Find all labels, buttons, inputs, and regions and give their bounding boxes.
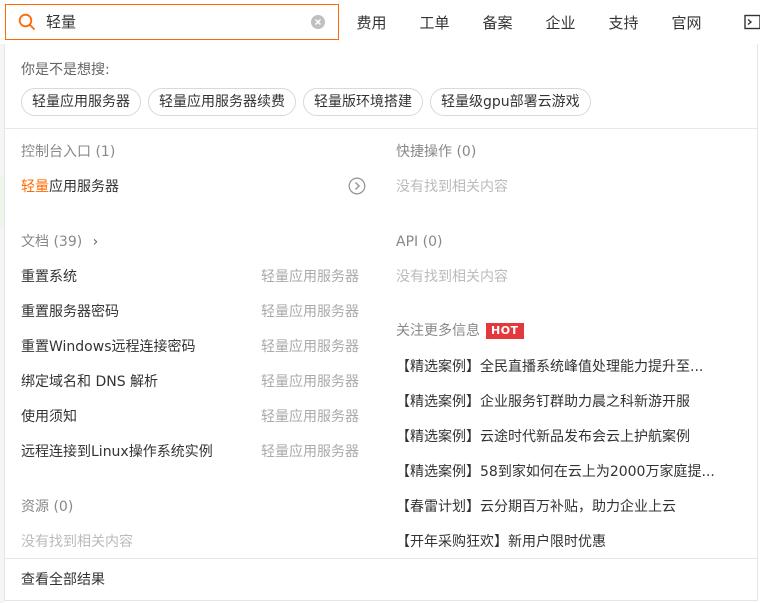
suggestion-chip[interactable]: 轻量版环境搭建: [303, 88, 423, 116]
news-item[interactable]: 【精选案例】企业服务钉群助力晨之科新游开服: [396, 392, 732, 412]
more-info-label: 关注更多信息: [396, 323, 480, 339]
api-title: API: [396, 234, 419, 250]
suggestion-chip[interactable]: 轻量级gpu部署云游戏: [430, 88, 591, 116]
doc-product-tag: 轻量应用服务器: [261, 339, 359, 355]
resources-empty: 没有找到相关内容: [21, 534, 133, 550]
docs-count: (39): [53, 234, 83, 250]
doc-product-tag: 轻量应用服务器: [261, 444, 359, 460]
quick-actions-empty: 没有找到相关内容: [396, 179, 508, 195]
resources-section-title: 资源 (0): [21, 497, 73, 517]
doc-item[interactable]: 远程连接到Linux操作系统实例: [21, 442, 213, 462]
console-count: (1): [95, 144, 116, 160]
suggestion-chips: 轻量应用服务器 轻量应用服务器续费 轻量版环境搭建 轻量级gpu部署云游戏: [21, 88, 598, 116]
nav-item-tickets[interactable]: 工单: [403, 12, 466, 33]
doc-item[interactable]: 使用须知: [21, 407, 77, 427]
search-box[interactable]: [5, 4, 339, 40]
api-section-title: API (0): [396, 232, 442, 252]
resources-title: 资源: [21, 499, 49, 515]
nav-item-enterprise[interactable]: 企业: [529, 12, 592, 33]
quick-actions-label: 快捷操作: [396, 144, 452, 160]
search-input[interactable]: [46, 5, 296, 39]
highlight-text: 轻量: [21, 179, 49, 195]
more-info-title: 关注更多信息 HOT: [396, 321, 524, 341]
search-dropdown-panel: 你是不是想搜: 轻量应用服务器 轻量应用服务器续费 轻量版环境搭建 轻量级gpu…: [4, 44, 758, 601]
nav-item-billing[interactable]: 费用: [340, 12, 403, 33]
doc-item[interactable]: 重置系统: [21, 267, 77, 287]
console-item-label: 应用服务器: [49, 179, 119, 195]
search-icon: [18, 13, 35, 30]
news-item[interactable]: 【精选案例】云途时代新品发布会云上护航案例: [396, 427, 732, 447]
nav-item-icp[interactable]: 备案: [466, 12, 529, 33]
docs-title: 文档: [21, 234, 49, 250]
suggestions-title: 你是不是想搜:: [21, 62, 110, 78]
divider: [5, 558, 757, 559]
doc-product-tag: 轻量应用服务器: [261, 269, 359, 285]
news-item[interactable]: 【开年采购狂欢】新用户限时优惠: [396, 532, 732, 552]
doc-product-tag: 轻量应用服务器: [261, 374, 359, 390]
view-all-results-link[interactable]: 查看全部结果: [21, 570, 105, 590]
docs-section-title[interactable]: 文档 (39) ›: [21, 232, 98, 252]
chevron-right-icon: ›: [92, 234, 99, 250]
nav-item-support[interactable]: 支持: [592, 12, 655, 33]
news-item[interactable]: 【春雷计划】云分期百万补贴，助力企业上云: [396, 497, 732, 517]
api-empty: 没有找到相关内容: [396, 269, 508, 285]
console-section-title: 控制台入口 (1): [21, 142, 115, 162]
terminal-icon[interactable]: [744, 14, 760, 30]
doc-product-tag: 轻量应用服务器: [261, 304, 359, 320]
hot-badge: HOT: [486, 323, 524, 339]
quick-actions-title: 快捷操作 (0): [396, 142, 476, 162]
doc-product-tag: 轻量应用服务器: [261, 409, 359, 425]
console-item[interactable]: 轻量应用服务器: [21, 177, 119, 197]
quick-actions-count: (0): [456, 144, 477, 160]
news-item[interactable]: 【精选案例】58到家如何在云上为2000万家庭提...: [396, 462, 732, 482]
divider: [5, 128, 757, 129]
top-nav: 费用 工单 备案 企业 支持 官网: [340, 0, 718, 44]
doc-item[interactable]: 绑定域名和 DNS 解析: [21, 372, 158, 392]
api-count: (0): [422, 234, 443, 250]
top-bar: 费用 工单 备案 企业 支持 官网: [0, 0, 760, 44]
nav-item-website[interactable]: 官网: [655, 12, 718, 33]
resources-count: (0): [53, 499, 74, 515]
suggestion-chip[interactable]: 轻量应用服务器续费: [148, 88, 296, 116]
doc-item[interactable]: 重置服务器密码: [21, 302, 119, 322]
doc-item[interactable]: 重置Windows远程连接密码: [21, 337, 196, 357]
arrow-circle-icon[interactable]: [348, 177, 366, 195]
console-title: 控制台入口: [21, 144, 91, 160]
suggestion-chip[interactable]: 轻量应用服务器: [21, 88, 141, 116]
clear-icon[interactable]: [311, 15, 325, 29]
suggestions-section: 你是不是想搜: 轻量应用服务器 轻量应用服务器续费 轻量版环境搭建 轻量级gpu…: [21, 60, 591, 116]
news-item[interactable]: 【精选案例】全民直播系统峰值处理能力提升至...: [396, 357, 732, 377]
